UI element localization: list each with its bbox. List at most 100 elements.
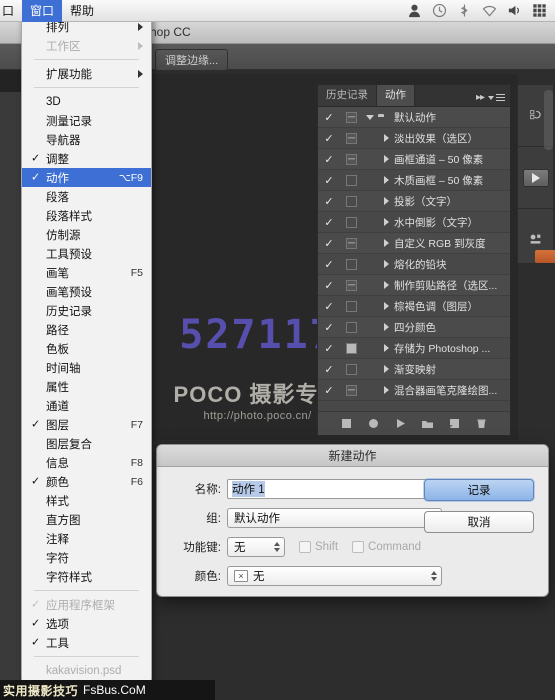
action-row[interactable]: ✓水中倒影（文字） xyxy=(318,212,510,233)
action-row[interactable]: ✓淡出效果（选区） xyxy=(318,128,510,149)
action-row[interactable]: ✓渐变映射 xyxy=(318,359,510,380)
disclosure-toggle[interactable] xyxy=(378,134,394,142)
menubar-item-partial[interactable]: 口 xyxy=(0,0,22,22)
dialog-toggle-cell[interactable] xyxy=(340,217,362,228)
action-enable-checkbox[interactable]: ✓ xyxy=(318,321,340,334)
play-action-icon[interactable] xyxy=(523,169,549,187)
menu-item-15[interactable]: 画笔预设 xyxy=(22,282,151,301)
new-action-icon[interactable] xyxy=(448,417,461,430)
dialog-toggle-cell[interactable] xyxy=(340,238,362,249)
action-row[interactable]: ✓木质画框 – 50 像素 xyxy=(318,170,510,191)
disclosure-toggle[interactable] xyxy=(378,386,394,394)
delete-icon[interactable] xyxy=(475,417,488,430)
menubar-item-help[interactable]: 帮助 xyxy=(62,0,102,22)
dialog-toggle-cell[interactable] xyxy=(340,343,362,354)
actions-list[interactable]: ✓默认动作✓淡出效果（选区）✓画框通道 – 50 像素✓木质画框 – 50 像素… xyxy=(318,107,510,412)
disclosure-toggle[interactable] xyxy=(378,176,394,184)
menubar-item-window[interactable]: 窗口 xyxy=(22,0,62,22)
record-button[interactable]: 记录 xyxy=(424,479,534,501)
action-row[interactable]: ✓画框通道 – 50 像素 xyxy=(318,149,510,170)
set-select[interactable]: 默认动作 xyxy=(227,508,442,528)
shift-checkbox[interactable]: Shift xyxy=(299,541,338,553)
menu-item-5[interactable]: 3D xyxy=(22,92,151,111)
menu-item-13[interactable]: 工具预设 xyxy=(22,244,151,263)
menu-item-21[interactable]: 通道 xyxy=(22,396,151,415)
menu-item-12[interactable]: 仿制源 xyxy=(22,225,151,244)
dialog-toggle-cell[interactable] xyxy=(340,112,362,123)
disclosure-toggle[interactable] xyxy=(378,218,394,226)
menu-item-19[interactable]: 时间轴 xyxy=(22,358,151,377)
menu-item-33[interactable]: ✓选项 xyxy=(22,614,151,633)
action-enable-checkbox[interactable]: ✓ xyxy=(318,363,340,376)
refine-edge-button[interactable]: 调整边缘... xyxy=(155,49,228,71)
dialog-toggle-cell[interactable] xyxy=(340,322,362,333)
action-enable-checkbox[interactable]: ✓ xyxy=(318,342,340,355)
menu-item-18[interactable]: 色板 xyxy=(22,339,151,358)
panel-menu-icon[interactable] xyxy=(488,94,505,102)
disclosure-toggle[interactable] xyxy=(378,260,394,268)
menu-item-24[interactable]: 信息F8 xyxy=(22,453,151,472)
menu-item-29[interactable]: 字符 xyxy=(22,548,151,567)
dock-item-play[interactable] xyxy=(518,147,553,209)
menu-item-11[interactable]: 段落样式 xyxy=(22,206,151,225)
menu-item-8[interactable]: ✓调整 xyxy=(22,149,151,168)
menu-item-16[interactable]: 历史记录 xyxy=(22,301,151,320)
double-arrow-right-icon[interactable]: ▸▸ xyxy=(476,92,484,103)
menu-item-10[interactable]: 段落 xyxy=(22,187,151,206)
input-source-icon[interactable] xyxy=(532,3,547,18)
menu-item-27[interactable]: 直方图 xyxy=(22,510,151,529)
disclosure-toggle[interactable] xyxy=(378,344,394,352)
time-machine-icon[interactable] xyxy=(432,3,447,18)
action-enable-checkbox[interactable]: ✓ xyxy=(318,195,340,208)
bluetooth-icon[interactable] xyxy=(457,3,472,18)
menu-item-25[interactable]: ✓颜色F6 xyxy=(22,472,151,491)
dialog-toggle-cell[interactable] xyxy=(340,385,362,396)
tab-history[interactable]: 历史记录 xyxy=(318,85,377,106)
disclosure-toggle[interactable] xyxy=(378,197,394,205)
disclosure-toggle[interactable] xyxy=(378,365,394,373)
menu-item-28[interactable]: 注释 xyxy=(22,529,151,548)
action-row[interactable]: ✓默认动作 xyxy=(318,107,510,128)
menu-item-26[interactable]: 样式 xyxy=(22,491,151,510)
dialog-toggle-cell[interactable] xyxy=(340,259,362,270)
menu-item-23[interactable]: 图层复合 xyxy=(22,434,151,453)
disclosure-toggle[interactable] xyxy=(378,323,394,331)
dialog-toggle-cell[interactable] xyxy=(340,301,362,312)
action-row[interactable]: ✓棕褐色调（图层） xyxy=(318,296,510,317)
menu-item-34[interactable]: ✓工具 xyxy=(22,633,151,652)
fkey-select[interactable]: 无 xyxy=(227,537,285,557)
user-account-icon[interactable] xyxy=(407,3,422,18)
action-enable-checkbox[interactable]: ✓ xyxy=(318,279,340,292)
action-enable-checkbox[interactable]: ✓ xyxy=(318,153,340,166)
stop-icon[interactable] xyxy=(340,417,353,430)
dialog-toggle-cell[interactable] xyxy=(340,154,362,165)
action-enable-checkbox[interactable]: ✓ xyxy=(318,384,340,397)
record-icon[interactable] xyxy=(367,417,380,430)
disclosure-toggle[interactable] xyxy=(378,302,394,310)
command-checkbox[interactable]: Command xyxy=(352,541,421,553)
dialog-toggle-cell[interactable] xyxy=(340,196,362,207)
dialog-toggle-cell[interactable] xyxy=(340,280,362,291)
action-enable-checkbox[interactable]: ✓ xyxy=(318,258,340,271)
menu-item-9[interactable]: ✓动作⌥F9 xyxy=(22,168,151,187)
menu-item-20[interactable]: 属性 xyxy=(22,377,151,396)
menu-item-22[interactable]: ✓图层F7 xyxy=(22,415,151,434)
right-scrollbar[interactable] xyxy=(544,90,553,150)
disclosure-toggle[interactable] xyxy=(362,115,378,120)
menu-item-30[interactable]: 字符样式 xyxy=(22,567,151,586)
action-row[interactable]: ✓制作剪贴路径（选区... xyxy=(318,275,510,296)
dialog-toggle-cell[interactable] xyxy=(340,364,362,375)
action-row[interactable]: ✓存储为 Photoshop ... xyxy=(318,338,510,359)
disclosure-toggle[interactable] xyxy=(378,281,394,289)
window-dropdown-menu[interactable]: 排列工作区扩展功能3D测量记录导航器✓调整✓动作⌥F9段落段落样式仿制源工具预设… xyxy=(21,12,152,684)
disclosure-toggle[interactable] xyxy=(378,239,394,247)
action-row[interactable]: ✓自定义 RGB 到灰度 xyxy=(318,233,510,254)
menu-item-17[interactable]: 路径 xyxy=(22,320,151,339)
new-set-icon[interactable] xyxy=(421,417,434,430)
dialog-toggle-cell[interactable] xyxy=(340,133,362,144)
play-icon[interactable] xyxy=(394,417,407,430)
action-enable-checkbox[interactable]: ✓ xyxy=(318,132,340,145)
name-input[interactable]: 动作 1 xyxy=(227,479,442,499)
action-enable-checkbox[interactable]: ✓ xyxy=(318,111,340,124)
action-enable-checkbox[interactable]: ✓ xyxy=(318,216,340,229)
